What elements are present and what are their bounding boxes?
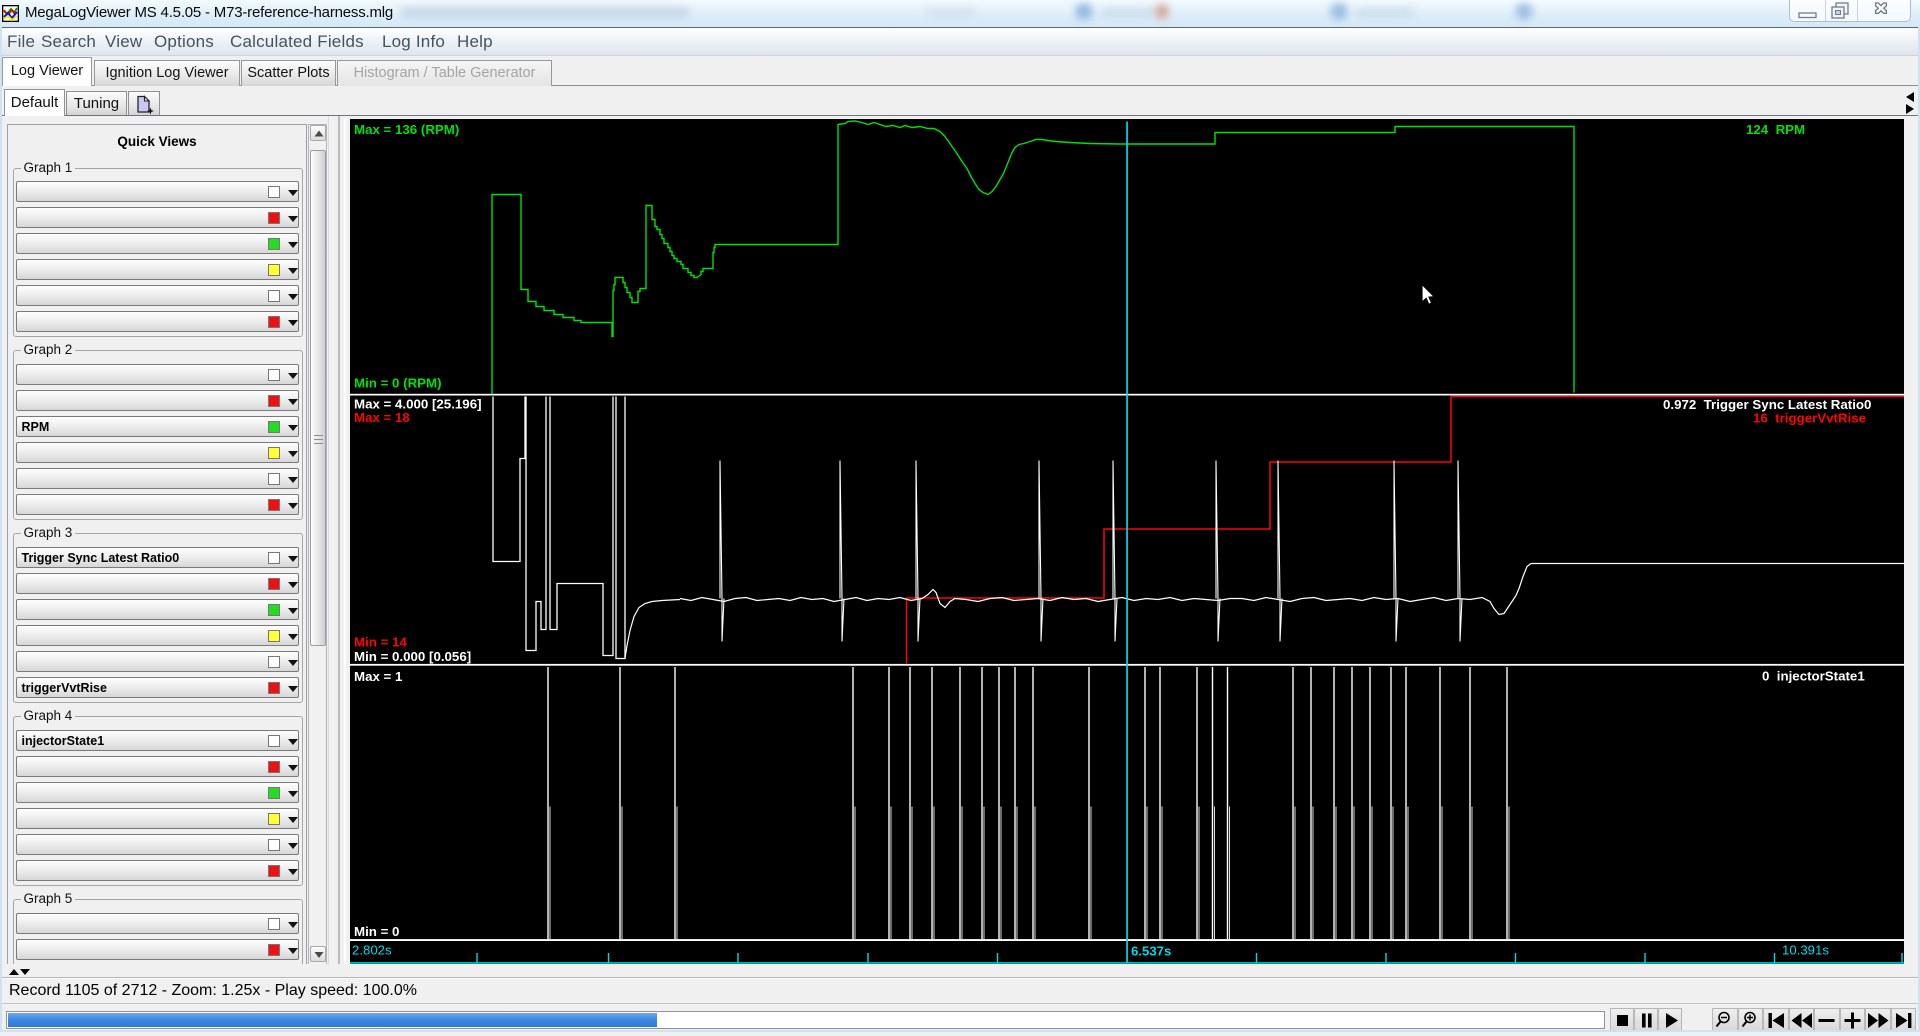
svg-text:Min = 0.000 [0.056]: Min = 0.000 [0.056] bbox=[354, 649, 471, 664]
svg-text:10.391s: 10.391s bbox=[1782, 942, 1829, 957]
svg-text:Max = 18: Max = 18 bbox=[354, 410, 410, 425]
svg-text:Min = 0: Min = 0 bbox=[354, 924, 399, 939]
svg-text:Max = 1: Max = 1 bbox=[354, 669, 403, 684]
svg-text:2.802s: 2.802s bbox=[352, 942, 392, 957]
svg-text:6.537s: 6.537s bbox=[1131, 943, 1171, 958]
svg-text:Max = 136 (RPM): Max = 136 (RPM) bbox=[354, 122, 459, 137]
svg-text:16 triggerVvtRise: 16 triggerVvtRise bbox=[1753, 410, 1866, 425]
svg-text:0 injectorState1: 0 injectorState1 bbox=[1762, 668, 1865, 683]
svg-text:Min = 14: Min = 14 bbox=[354, 634, 407, 649]
svg-text:Min = 0 (RPM): Min = 0 (RPM) bbox=[354, 375, 442, 390]
svg-text:124 RPM: 124 RPM bbox=[1746, 122, 1805, 137]
